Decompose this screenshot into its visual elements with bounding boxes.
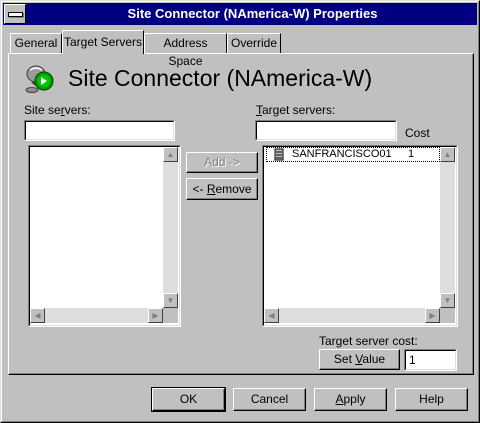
apply-button[interactable]: Apply — [314, 388, 387, 411]
server-name: SANFRANCISCO01 — [292, 148, 392, 160]
target-servers-vscrollbar[interactable] — [440, 147, 455, 308]
tab-address-space[interactable]: Address Space — [144, 33, 227, 68]
tab-general[interactable]: General — [10, 33, 62, 53]
target-server-cost-input[interactable]: 1 — [404, 349, 457, 371]
target-servers-list[interactable] — [262, 145, 458, 327]
scroll-right-icon[interactable]: ▶ — [425, 308, 440, 323]
add-server-button[interactable]: Add -> — [186, 152, 258, 173]
target-servers-filter-input[interactable] — [255, 120, 397, 141]
tab-target-servers[interactable]: Target Servers — [62, 30, 144, 54]
ok-button[interactable]: OK — [151, 387, 226, 412]
target-servers-hscrollbar[interactable] — [264, 308, 440, 323]
scroll-left-icon[interactable]: ◀ — [30, 308, 45, 323]
cost-column-header: Cost — [405, 126, 430, 140]
help-button[interactable]: Help — [395, 388, 468, 411]
scrollbar-corner — [440, 308, 455, 323]
remove-server-button[interactable]: <- Remove — [186, 178, 258, 200]
list-item[interactable]: SANFRANCISCO01 1 — [266, 147, 440, 162]
scroll-right-icon[interactable]: ▶ — [148, 308, 163, 323]
site-servers-label: Site servers: — [24, 103, 91, 117]
cancel-button[interactable]: Cancel — [233, 388, 306, 411]
page-title: Site Connector (NAmerica-W) — [68, 65, 373, 91]
system-menu-icon — [8, 12, 23, 17]
scroll-up-icon[interactable]: ▲ — [163, 147, 178, 162]
target-server-cost-label: Target server cost: — [319, 334, 418, 348]
set-value-button[interactable]: Set Value — [319, 349, 400, 370]
scrollbar-corner — [163, 308, 178, 323]
site-servers-hscrollbar[interactable] — [30, 308, 163, 323]
site-servers-list[interactable] — [28, 145, 181, 327]
system-menu-button[interactable] — [4, 4, 26, 24]
site-servers-filter-input[interactable] — [24, 120, 175, 141]
scroll-left-icon[interactable]: ◀ — [264, 308, 279, 323]
site-connector-icon — [24, 64, 60, 94]
scroll-up-icon[interactable]: ▲ — [440, 147, 455, 162]
scroll-down-icon[interactable]: ▼ — [440, 293, 455, 308]
server-cost: 1 — [408, 148, 415, 160]
site-servers-vscrollbar[interactable] — [163, 147, 178, 308]
target-servers-label: Target servers: — [256, 103, 336, 117]
tab-override[interactable]: Override — [227, 33, 281, 53]
scroll-down-icon[interactable]: ▼ — [163, 293, 178, 308]
window-title: Site Connector (NAmerica-W) Properties — [127, 6, 378, 21]
server-icon — [273, 148, 285, 161]
